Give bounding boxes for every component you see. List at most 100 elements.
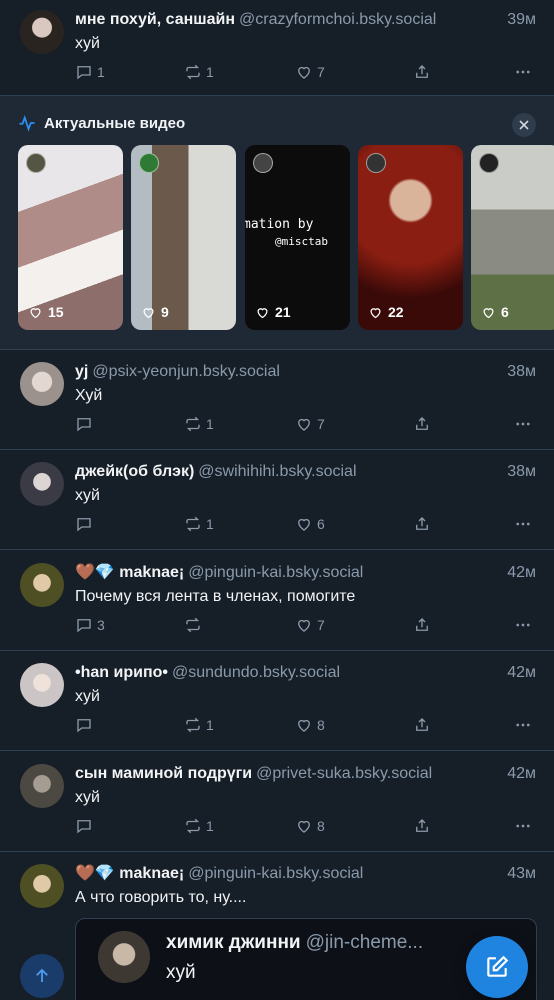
heart-emoji: 🤎 (75, 564, 95, 581)
trending-header: Актуальные видео (18, 114, 185, 132)
author-handle[interactable]: @sundundo.bsky.social (172, 664, 340, 681)
like-button[interactable]: 8 (295, 816, 325, 836)
author-handle[interactable]: @pinguin-kai.bsky.social (188, 564, 363, 581)
heart-icon (298, 66, 310, 79)
more-button[interactable] (514, 816, 532, 836)
quoted-author-handle[interactable]: @jin-cheme... (306, 932, 424, 953)
like-button[interactable]: 7 (295, 414, 325, 434)
avatar[interactable] (20, 462, 64, 506)
compose-button[interactable] (466, 936, 528, 998)
more-button[interactable] (514, 514, 532, 534)
feed-post[interactable]: мне похуй, саншайн @crazyformchoi.bsky.so… (0, 0, 554, 96)
trending-videos-section: Актуальные видео 15 9 mation by @misctab… (0, 96, 554, 350)
author-handle[interactable]: @pinguin-kai.bsky.social (188, 865, 363, 882)
reply-button[interactable] (75, 715, 97, 735)
more-button[interactable] (514, 62, 532, 82)
post-header: yj @psix-yeonjun.bsky.social (75, 361, 536, 383)
video-like-count: 6 (481, 304, 509, 320)
heart-icon (483, 307, 494, 318)
trending-title: Актуальные видео (44, 114, 186, 132)
post-header: 🤎💎 maknae¡ @pinguin-kai.bsky.social (75, 863, 536, 885)
like-button[interactable]: 7 (295, 62, 325, 82)
heart-icon (30, 307, 41, 318)
repost-button[interactable]: 1 (184, 715, 214, 735)
avatar[interactable] (20, 663, 64, 707)
like-button[interactable]: 6 (295, 514, 325, 534)
post-time: 42м (507, 765, 536, 782)
scroll-to-top-button[interactable] (20, 954, 64, 998)
more-button[interactable] (514, 615, 532, 635)
author-handle[interactable]: @crazyformchoi.bsky.social (239, 11, 436, 28)
repost-icon (186, 64, 200, 80)
video-author-avatar (139, 153, 159, 173)
share-button[interactable] (413, 62, 431, 82)
author-name[interactable]: сын маминой подрүги (75, 765, 252, 782)
avatar[interactable] (20, 764, 64, 808)
author-name[interactable]: джейк(об блэк) (75, 463, 194, 480)
share-icon (416, 618, 428, 631)
feed-post[interactable]: •han ирипо• @sundundo.bsky.social 42м хуй… (0, 653, 554, 751)
reply-button[interactable] (75, 514, 97, 534)
more-button[interactable] (514, 414, 532, 434)
post-actions: 1 7 (75, 414, 536, 434)
repost-button[interactable]: 1 (184, 414, 214, 434)
more-button[interactable] (514, 715, 532, 735)
video-card[interactable]: 22 (358, 145, 463, 330)
like-count: 7 (317, 416, 325, 432)
reply-button[interactable]: 3 (75, 615, 105, 635)
like-button[interactable]: 8 (295, 715, 325, 735)
reply-button[interactable] (75, 414, 97, 434)
repost-button[interactable] (184, 615, 206, 635)
quoted-author-name[interactable]: химик джинни (166, 932, 301, 953)
author-handle[interactable]: @psix-yeonjun.bsky.social (92, 363, 280, 380)
author-name[interactable]: •han ирипо• (75, 664, 168, 681)
post-text: хуй (75, 789, 100, 806)
post-actions: 1 8 (75, 715, 536, 735)
like-button[interactable]: 7 (295, 615, 325, 635)
more-dots-icon (516, 824, 530, 828)
video-card[interactable]: mation by @misctab 21 (245, 145, 350, 330)
close-trending-button[interactable] (512, 113, 536, 137)
share-button[interactable] (413, 514, 431, 534)
heart-emoji: 🤎 (75, 865, 95, 882)
share-button[interactable] (413, 615, 431, 635)
avatar[interactable] (20, 362, 64, 406)
more-dots-icon (516, 623, 530, 627)
quoted-avatar[interactable] (98, 931, 150, 983)
author-name[interactable]: мне похуй, саншайн (75, 11, 235, 28)
feed-post[interactable]: yj @psix-yeonjun.bsky.social 38м Хуй 1 7 (0, 352, 554, 450)
avatar[interactable] (20, 563, 64, 607)
trending-pulse-icon (19, 115, 35, 132)
author-handle[interactable]: @privet-suka.bsky.social (256, 765, 432, 782)
author-name[interactable]: yj (75, 363, 88, 380)
repost-count: 1 (206, 818, 214, 834)
share-button[interactable] (413, 414, 431, 434)
like-count: 8 (317, 717, 325, 733)
feed-post[interactable]: 🤎💎 maknae¡ @pinguin-kai.bsky.social 42м П… (0, 553, 554, 651)
feed-post[interactable]: джейк(об блэк) @swihihihi.bsky.social 38м… (0, 452, 554, 550)
repost-button[interactable]: 1 (184, 514, 214, 534)
feed-post[interactable]: сын маминой подрүги @privet-suka.bsky.soc… (0, 754, 554, 852)
heart-icon (298, 719, 310, 732)
share-button[interactable] (413, 715, 431, 735)
repost-button[interactable]: 1 (184, 816, 214, 836)
repost-icon (186, 717, 200, 733)
post-text: А что говорить то, ну.... (75, 889, 247, 906)
reply-button[interactable] (75, 816, 97, 836)
author-name[interactable]: maknae¡ (119, 564, 184, 581)
avatar[interactable] (20, 10, 64, 54)
avatar[interactable] (20, 864, 64, 908)
post-time: 38м (507, 463, 536, 480)
reply-button[interactable]: 1 (75, 62, 105, 82)
video-card[interactable]: 15 (18, 145, 123, 330)
author-name[interactable]: maknae¡ (119, 865, 184, 882)
heart-icon (370, 307, 381, 318)
repost-button[interactable]: 1 (184, 62, 214, 82)
video-card[interactable]: 9 (131, 145, 236, 330)
author-handle[interactable]: @swihihihi.bsky.social (198, 463, 356, 480)
reply-icon (77, 719, 91, 733)
more-dots-icon (516, 522, 530, 526)
video-card[interactable]: 6 (471, 145, 554, 330)
share-button[interactable] (413, 816, 431, 836)
more-dots-icon (516, 70, 530, 74)
